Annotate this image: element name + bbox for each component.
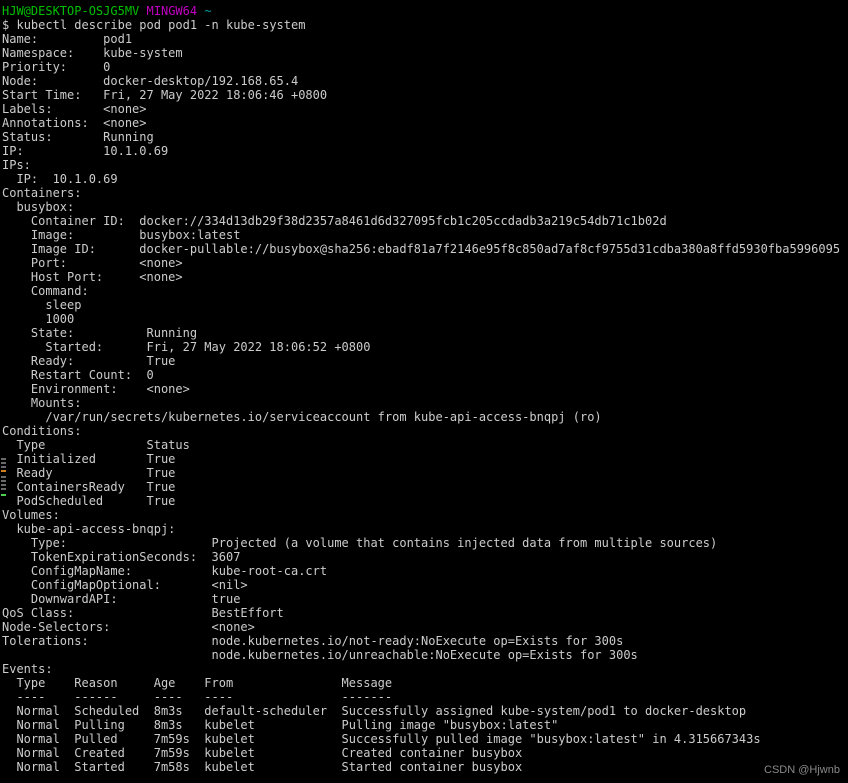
scroll-marker-orange <box>1 470 6 472</box>
output-line: Normal Pulling 8m3s kubelet Pulling imag… <box>2 718 559 732</box>
output-line: Namespace: kube-system <box>2 46 183 60</box>
scroll-marker-strip[interactable] <box>0 458 6 504</box>
output-line: Tolerations: node.kubernetes.io/not-read… <box>2 634 624 648</box>
output-line: Normal Pulled 7m59s kubelet Successfully… <box>2 732 761 746</box>
watermark: CSDN @Hjwnb <box>764 764 840 776</box>
output-line: Type Status <box>2 438 190 452</box>
output-line: PodScheduled True <box>2 494 176 508</box>
output-line: Restart Count: 0 <box>2 368 154 382</box>
output-line: Annotations: <none> <box>2 116 147 130</box>
prompt-cwd: ~ <box>204 4 212 18</box>
command-text: kubectl describe pod pod1 -n kube-system <box>16 18 306 32</box>
scroll-marker <box>1 488 6 490</box>
output-line: sleep <box>2 298 82 312</box>
output-line: Host Port: <none> <box>2 270 183 284</box>
output-line: Volumes: <box>2 508 60 522</box>
output-line: Initialized True <box>2 452 176 466</box>
output-line: Type: Projected (a volume that contains … <box>2 536 718 550</box>
output-line: Node-Selectors: <none> <box>2 620 255 634</box>
output-line: ContainersReady True <box>2 480 176 494</box>
output-line: Port: <none> <box>2 256 183 270</box>
output-line: Events: <box>2 662 53 676</box>
terminal-window[interactable]: HJW@DESKTOP-OSJG5MV MINGW64 ~ $ kubectl … <box>0 0 848 783</box>
prompt-user-host: HJW@DESKTOP-OSJG5MV <box>2 4 140 18</box>
output-line: ConfigMapOptional: <nil> <box>2 578 248 592</box>
output-line: Status: Running <box>2 130 154 144</box>
output-line: IP: 10.1.0.69 <box>2 172 118 186</box>
output-line: ConfigMapName: kube-root-ca.crt <box>2 564 328 578</box>
scroll-marker <box>1 476 6 478</box>
output-line: Command: <box>2 284 89 298</box>
output-line: node.kubernetes.io/unreachable:NoExecute… <box>2 648 638 662</box>
output-line: Ready True <box>2 466 176 480</box>
output-line: IPs: <box>2 158 31 172</box>
output-line: busybox: <box>2 200 75 214</box>
output-line: TokenExpirationSeconds: 3607 <box>2 550 241 564</box>
output-line: Conditions: <box>2 424 82 438</box>
output-line: kube-api-access-bnqpj: <box>2 522 176 536</box>
prompt-line: HJW@DESKTOP-OSJG5MV MINGW64 ~ <box>0 4 848 18</box>
output-line: Start Time: Fri, 27 May 2022 18:06:46 +0… <box>2 88 328 102</box>
output-line: Environment: <none> <box>2 382 190 396</box>
output-line: Started: Fri, 27 May 2022 18:06:52 +0800 <box>2 340 371 354</box>
output-line: Priority: 0 <box>2 60 111 74</box>
output-line: Ready: True <box>2 354 176 368</box>
output-line: Normal Started 7m58s kubelet Started con… <box>2 760 523 774</box>
prompt-space-1 <box>139 4 146 18</box>
output-line: Normal Scheduled 8m3s default-scheduler … <box>2 704 747 718</box>
output-line: Type Reason Age From Message <box>2 676 393 690</box>
output-line: 1000 <box>2 312 75 326</box>
scroll-marker-green <box>1 494 6 496</box>
output-line: IP: 10.1.0.69 <box>2 144 169 158</box>
output-line: Mounts: <box>2 396 82 410</box>
scroll-marker <box>1 462 6 464</box>
output-line: Name: pod1 <box>2 32 133 46</box>
scroll-marker <box>1 466 6 468</box>
output-line: Container ID: docker://334d13db29f38d235… <box>2 214 667 228</box>
scroll-marker <box>1 484 6 486</box>
output-line: Containers: <box>2 186 82 200</box>
output-line: Labels: <none> <box>2 102 147 116</box>
output-line: Image: busybox:latest <box>2 228 241 242</box>
output-line: QoS Class: BestEffort <box>2 606 284 620</box>
output-line: State: Running <box>2 326 198 340</box>
output-line: ---- ------ ---- ---- ------- <box>2 690 393 704</box>
prompt-shell: MINGW64 <box>146 4 198 18</box>
output-line: Normal Created 7m59s kubelet Created con… <box>2 746 523 760</box>
output-line: DownwardAPI: true <box>2 592 241 606</box>
output-line: Image ID: docker-pullable://busybox@sha2… <box>2 242 841 256</box>
scroll-marker <box>1 480 6 482</box>
command-line: $ kubectl describe pod pod1 -n kube-syst… <box>0 18 848 32</box>
command-output: Name: pod1 Namespace: kube-system Priority… <box>0 32 848 774</box>
output-line: Node: docker-desktop/192.168.65.4 <box>2 74 299 88</box>
scroll-marker <box>1 458 6 460</box>
output-line: /var/run/secrets/kubernetes.io/serviceac… <box>2 410 602 424</box>
